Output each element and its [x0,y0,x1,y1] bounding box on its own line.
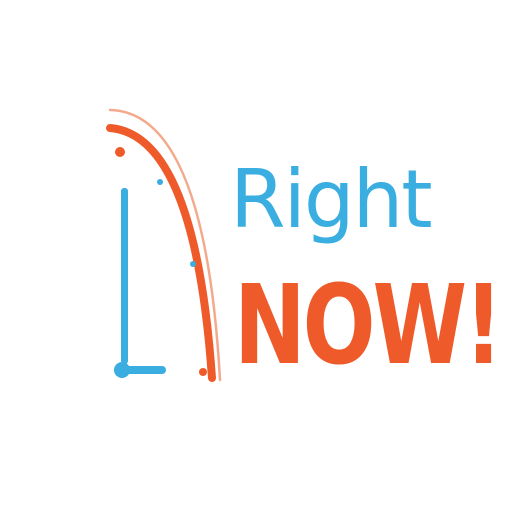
logo-text-right: Right [230,153,433,246]
clock-icon [106,108,222,382]
logo-canvas: Right NOW! [0,0,512,512]
logo-text-now: NOW! [234,261,503,389]
